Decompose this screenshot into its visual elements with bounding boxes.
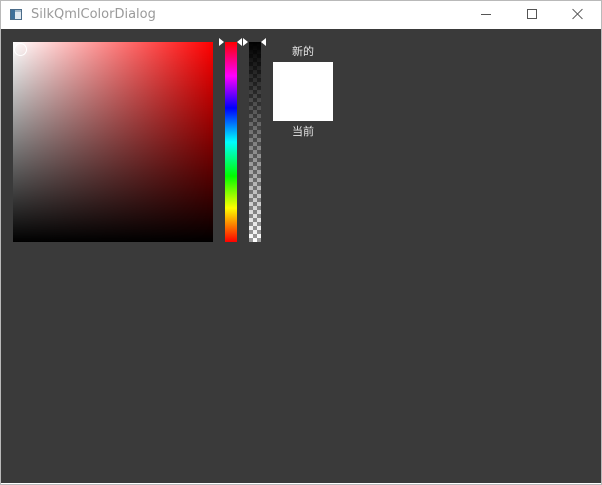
hue-slider[interactable] [225, 42, 237, 242]
window-title: SilkQmlColorDialog [31, 7, 156, 22]
minimize-icon [481, 14, 491, 15]
close-button[interactable] [555, 1, 601, 29]
alpha-slider[interactable] [249, 42, 261, 242]
maximize-button[interactable] [509, 1, 555, 29]
maximize-icon [527, 9, 537, 19]
alpha-slider-right-handle-icon[interactable] [261, 38, 266, 46]
new-color-label: 新的 [292, 45, 314, 58]
dialog-content: 新的 当前 [1, 29, 601, 483]
close-icon [572, 8, 584, 20]
color-dialog-window: SilkQmlColorDialog 新的 当前 [0, 0, 602, 485]
alpha-slider-left-handle-icon[interactable] [243, 38, 248, 46]
minimize-button[interactable] [463, 1, 509, 29]
app-window-icon [10, 9, 22, 20]
saturation-value-picker[interactable] [13, 42, 213, 242]
hue-slider-right-handle-icon[interactable] [237, 38, 242, 46]
title-bar[interactable]: SilkQmlColorDialog [1, 1, 601, 29]
color-preview-swatch [273, 62, 333, 121]
saturation-value-gradient [13, 42, 213, 242]
current-color-label: 当前 [292, 125, 314, 138]
color-cursor[interactable] [14, 43, 27, 56]
hue-slider-left-handle-icon[interactable] [219, 38, 224, 46]
